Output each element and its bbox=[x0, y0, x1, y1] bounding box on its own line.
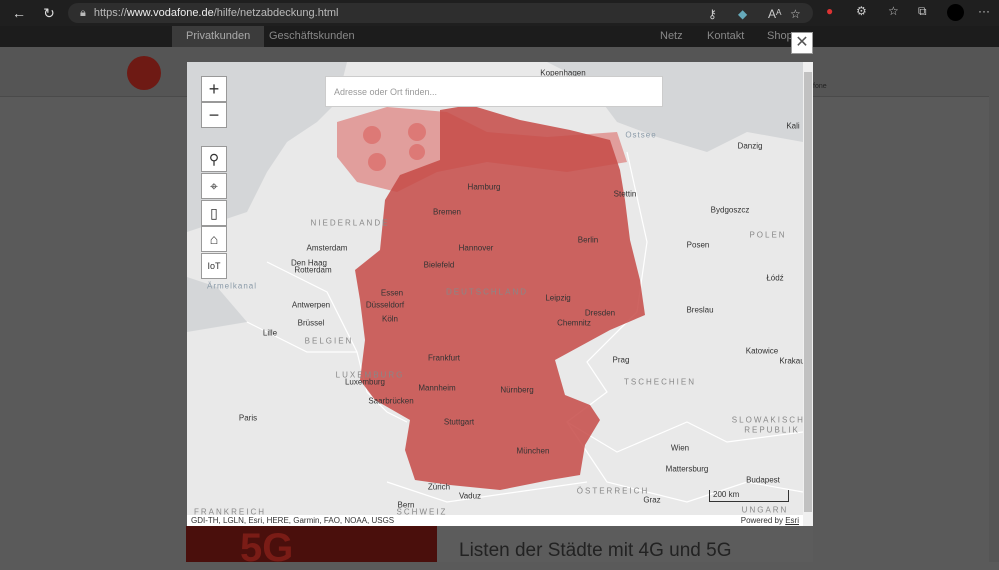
cities-heading: Listen der Städte mit 4G und 5G bbox=[459, 540, 732, 561]
locate-crosshair-button[interactable]: ⌖ bbox=[201, 173, 227, 199]
map-label: Dresden bbox=[584, 308, 616, 318]
map-label: Frankfurt bbox=[427, 353, 461, 363]
map-label: Essen bbox=[380, 288, 404, 298]
extensions-icon[interactable]: ⚙ bbox=[856, 4, 867, 18]
page-scrollbar[interactable] bbox=[989, 88, 999, 562]
extension-badge-icon[interactable]: ◆ bbox=[738, 7, 747, 21]
map-label: REPUBLIK bbox=[744, 425, 800, 435]
map-label: Berlin bbox=[577, 235, 599, 245]
map-label: Danzig bbox=[737, 141, 763, 151]
map-label: Mattersburg bbox=[665, 464, 709, 474]
map-label: Budapest bbox=[746, 475, 780, 485]
map-label: Luxemburg bbox=[344, 377, 386, 387]
map-label: Wien bbox=[670, 443, 690, 453]
map-label: Graz bbox=[643, 495, 661, 505]
zoom-out-button[interactable]: − bbox=[201, 102, 227, 128]
iot-button[interactable]: IoT bbox=[201, 253, 227, 279]
map-attribution: GDI-TH, LGLN, Esri, HERE, Garmin, FAO, N… bbox=[187, 515, 803, 526]
tab-geschaeftskunden[interactable]: Geschäftskunden bbox=[255, 26, 369, 47]
address-search-input[interactable]: Adresse oder Ort finden... bbox=[325, 76, 663, 107]
map-label: Lille bbox=[262, 328, 278, 338]
esri-link[interactable]: Esri bbox=[785, 516, 799, 525]
map-label: Vaduz bbox=[458, 491, 482, 501]
vodafone-logo[interactable] bbox=[127, 56, 161, 90]
map-label: POLEN bbox=[749, 230, 787, 240]
close-button[interactable]: ✕ bbox=[791, 32, 813, 54]
map-label: Hannover bbox=[458, 243, 494, 253]
map-label: Saarbrücken bbox=[368, 396, 414, 406]
map-label: Krakau bbox=[779, 356, 803, 366]
map-label: BELGIEN bbox=[304, 336, 354, 346]
map-label: Prag bbox=[612, 355, 630, 365]
tab-privatkunden[interactable]: Privatkunden bbox=[172, 26, 265, 47]
back-icon[interactable]: ← bbox=[4, 5, 34, 21]
map-label: Stuttgart bbox=[443, 417, 475, 427]
map-label: Stettin bbox=[613, 189, 637, 199]
map-label: Mannheim bbox=[418, 383, 456, 393]
map-label: Köln bbox=[381, 314, 399, 324]
map-label: Bielefeld bbox=[423, 260, 455, 270]
5g-banner bbox=[186, 526, 437, 562]
map-label: Kali bbox=[786, 121, 800, 131]
lock-icon: 🔒︎ bbox=[80, 6, 86, 19]
mobile-phone-button[interactable]: ▯ bbox=[201, 200, 227, 226]
map-label: DEUTSCHLAND bbox=[445, 287, 529, 297]
coverage-map[interactable]: Kopenhagen Ostsee Kali Danzig Hamburg Stettin… bbox=[187, 62, 803, 515]
map-label: Brüssel bbox=[297, 318, 325, 328]
favorite-icon[interactable]: ☆ bbox=[790, 7, 801, 21]
location-pin-button[interactable]: ⚲ bbox=[201, 146, 227, 172]
map-label: Leipzig bbox=[545, 293, 571, 303]
map-label: Hamburg bbox=[467, 182, 501, 192]
more-menu[interactable]: ··· bbox=[978, 4, 990, 18]
map-label: Paris bbox=[238, 413, 258, 423]
nav-kontakt[interactable]: Kontakt bbox=[707, 26, 744, 47]
home-button[interactable]: ⌂ bbox=[201, 226, 227, 252]
map-label: ÖSTERREICH bbox=[576, 486, 650, 496]
address-bar[interactable]: 🔒︎ https://www.vodafone.de/hilfe/netzabd… bbox=[68, 3, 813, 23]
map-label: Bremen bbox=[432, 207, 462, 217]
collections-icon[interactable]: ⧉ bbox=[918, 4, 927, 19]
map-label: Ärmelkanal bbox=[206, 281, 258, 291]
browser-toolbar: ← ↻ 🔒︎ https://www.vodafone.de/hilfe/net… bbox=[0, 0, 999, 26]
map-label: Posen bbox=[686, 240, 710, 250]
map-label: Amsterdam bbox=[306, 243, 348, 253]
map-label: Bydgoszcz bbox=[710, 205, 750, 215]
map-label: TSCHECHIEN bbox=[623, 377, 697, 387]
modal-scrollbar[interactable] bbox=[803, 62, 813, 526]
site-nav: Privatkunden Geschäftskunden Netz Kontak… bbox=[0, 26, 999, 47]
map-label: Łódź bbox=[766, 273, 784, 283]
map-label: Zürich bbox=[427, 482, 451, 492]
nav-shop[interactable]: Shop bbox=[767, 26, 793, 47]
close-icon: ✕ bbox=[795, 34, 809, 51]
profile-avatar[interactable] bbox=[947, 4, 964, 21]
key-icon[interactable]: ⚷ bbox=[708, 7, 717, 21]
map-label: Antwerpen bbox=[291, 300, 331, 310]
map-label: Nürnberg bbox=[500, 385, 534, 395]
scale-bar: 200 km bbox=[709, 490, 789, 502]
map-label: Ostsee bbox=[625, 130, 657, 140]
refresh-icon[interactable]: ↻ bbox=[34, 5, 64, 22]
map-label: NIEDERLANDE bbox=[310, 218, 390, 228]
zoom-in-button[interactable]: + bbox=[201, 76, 227, 102]
map-label: Breslau bbox=[686, 305, 714, 315]
map-label: FRANKREICH bbox=[193, 507, 267, 516]
map-label: Chemnitz bbox=[557, 318, 591, 328]
map-label: Katowice bbox=[745, 346, 779, 356]
map-label: SCHWEIZ bbox=[396, 507, 448, 516]
map-label: Düsseldorf bbox=[365, 300, 405, 310]
coverage-map-modal: Kopenhagen Ostsee Kali Danzig Hamburg Stettin… bbox=[187, 62, 813, 526]
favorites-icon[interactable]: ☆ bbox=[888, 4, 899, 18]
5g-text: 5G bbox=[240, 526, 294, 570]
map-label: München bbox=[516, 446, 550, 456]
extension-icon[interactable]: ● bbox=[826, 4, 833, 18]
read-aloud-icon[interactable]: Aᴬ bbox=[768, 7, 781, 21]
nav-netz[interactable]: Netz bbox=[660, 26, 683, 47]
map-label: Rotterdam bbox=[294, 265, 332, 275]
map-label: SLOWAKISCHE bbox=[731, 415, 803, 425]
map-label: UNGARN bbox=[741, 505, 789, 515]
